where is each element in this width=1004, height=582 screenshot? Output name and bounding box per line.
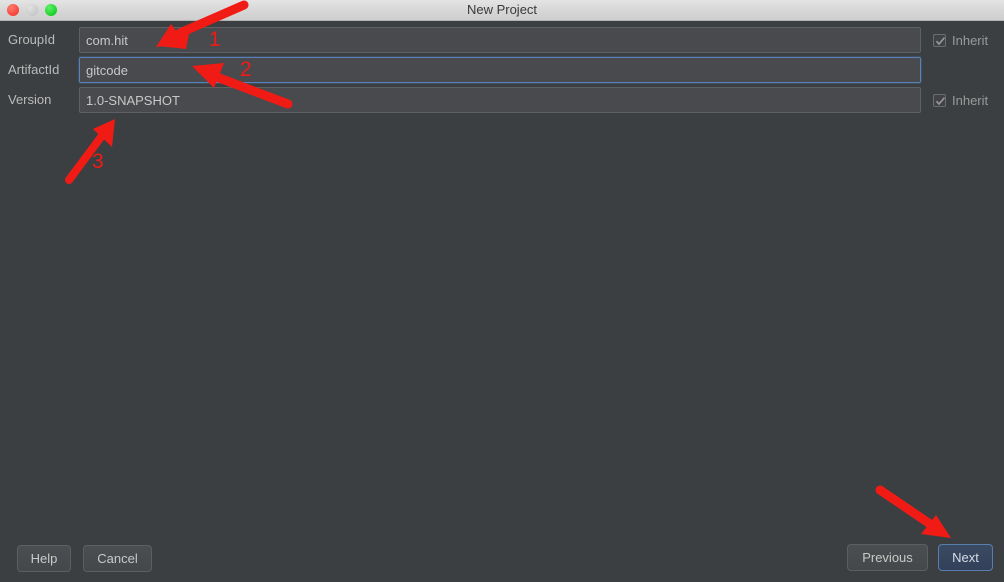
groupid-inherit-label: Inherit [952,32,989,48]
groupid-inherit-checkbox[interactable] [933,33,946,47]
cancel-button[interactable]: Cancel [83,545,152,572]
version-label: Version [8,92,52,107]
groupid-label: GroupId [8,32,55,47]
version-inherit-checkbox[interactable] [933,93,946,107]
artifactid-label: ArtifactId [8,62,60,77]
version-inherit-label: Inherit [952,92,989,108]
checkmark-icon [935,96,946,105]
form-row-artifactid: ArtifactId [0,57,1004,87]
groupid-inherit-group[interactable]: Inherit [933,27,988,53]
arrow-to-next-icon [875,485,951,538]
version-input[interactable] [79,87,921,113]
next-button[interactable]: Next [938,544,993,571]
window-titlebar: New Project [0,0,1004,21]
annotation-number-1: 1 [209,28,221,51]
artifactid-input[interactable] [79,57,921,83]
help-button[interactable]: Help [17,545,71,572]
form-row-version: Version Inherit [0,87,1004,117]
new-project-dialog: New Project GroupId Inherit ArtifactId V… [0,0,1004,582]
groupid-input[interactable] [79,27,921,53]
checkmark-icon [935,36,946,45]
form-row-groupid: GroupId Inherit [0,27,1004,57]
annotation-number-2: 2 [240,58,252,81]
previous-button[interactable]: Previous [847,544,928,571]
version-inherit-group[interactable]: Inherit [933,87,988,113]
window-title: New Project [466,2,538,17]
annotation-number-3: 3 [92,150,104,173]
